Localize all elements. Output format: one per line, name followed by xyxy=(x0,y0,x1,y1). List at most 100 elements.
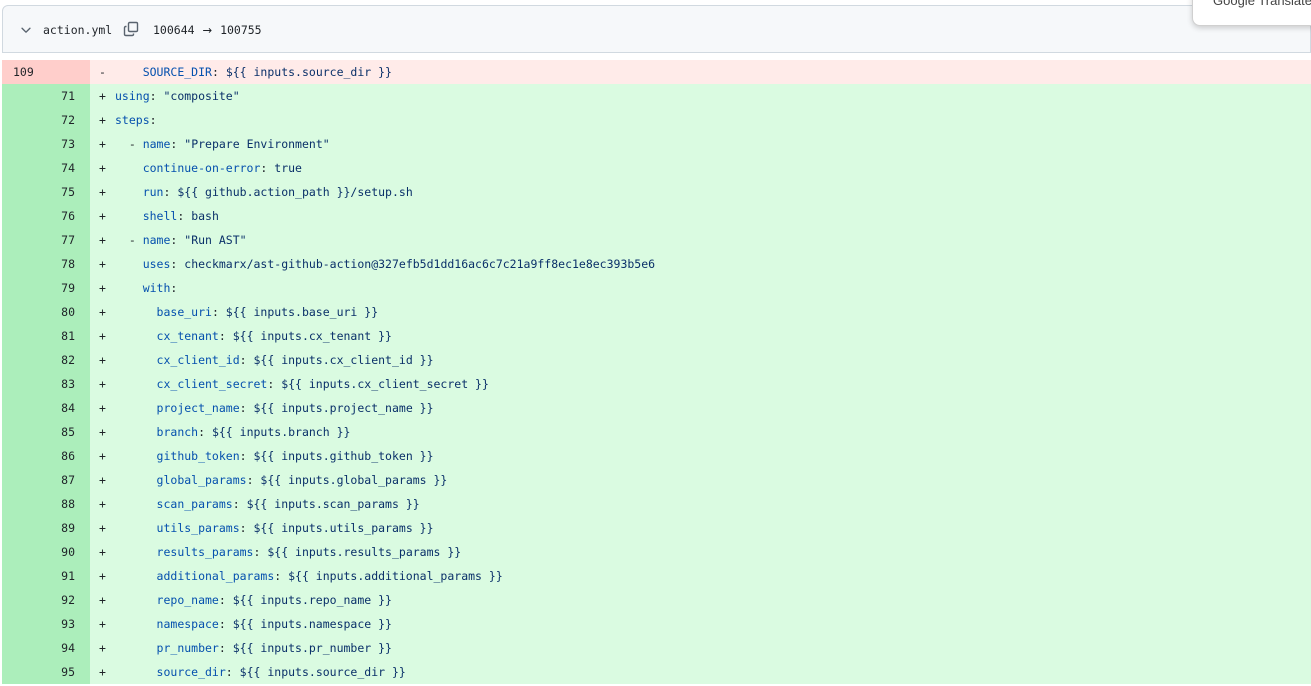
diff-sign: + xyxy=(90,564,115,588)
line-number[interactable]: 91 xyxy=(2,564,90,588)
yaml-value: ${{ inputs.project_name }} xyxy=(253,401,434,415)
line-number[interactable]: 86 xyxy=(2,444,90,468)
yaml-key: global_params xyxy=(156,473,247,487)
yaml-separator: : xyxy=(211,305,226,319)
yaml-separator: : xyxy=(218,617,233,631)
diff-line-added: 95 + source_dir: ${{ inputs.source_dir }} xyxy=(2,660,1311,684)
code-line: using: "composite" xyxy=(115,84,1311,108)
line-number[interactable]: 82 xyxy=(2,348,90,372)
yaml-separator: : xyxy=(239,401,254,415)
diff-sign: + xyxy=(90,348,115,372)
line-number[interactable]: 109 xyxy=(2,60,90,84)
line-number[interactable]: 95 xyxy=(2,660,90,684)
yaml-value: ${{ inputs.utils_params }} xyxy=(253,521,434,535)
file-header: action.yml 100644 → 100755 xyxy=(2,5,1311,53)
code-line: utils_params: ${{ inputs.utils_params }} xyxy=(115,516,1311,540)
code-line: project_name: ${{ inputs.project_name }} xyxy=(115,396,1311,420)
yaml-separator: : xyxy=(218,641,233,655)
yaml-separator: : xyxy=(253,545,268,559)
code-line: cx_tenant: ${{ inputs.cx_tenant }} xyxy=(115,324,1311,348)
yaml-key: pr_number xyxy=(156,641,219,655)
diff-line-added: 79 + with: xyxy=(2,276,1311,300)
line-number[interactable]: 76 xyxy=(2,204,90,228)
line-number[interactable]: 94 xyxy=(2,636,90,660)
code-line: repo_name: ${{ inputs.repo_name }} xyxy=(115,588,1311,612)
yaml-value: "Run AST" xyxy=(184,233,247,247)
diff-sign: + xyxy=(90,132,115,156)
yaml-value: ${{ inputs.repo_name }} xyxy=(232,593,392,607)
line-number[interactable]: 92 xyxy=(2,588,90,612)
code-line: cx_client_id: ${{ inputs.cx_client_id }} xyxy=(115,348,1311,372)
line-number[interactable]: 93 xyxy=(2,612,90,636)
line-number[interactable]: 79 xyxy=(2,276,90,300)
line-number[interactable]: 89 xyxy=(2,516,90,540)
diff-sign: + xyxy=(90,252,115,276)
chevron-down-icon[interactable] xyxy=(19,23,33,37)
line-number[interactable]: 90 xyxy=(2,540,90,564)
line-number[interactable]: 75 xyxy=(2,180,90,204)
diff-sign: + xyxy=(90,276,115,300)
yaml-key: results_params xyxy=(156,545,254,559)
line-number[interactable]: 84 xyxy=(2,396,90,420)
yaml-value: ${{ inputs.github_token }} xyxy=(253,449,434,463)
line-number[interactable]: 71 xyxy=(2,84,90,108)
line-number[interactable]: 81 xyxy=(2,324,90,348)
diff-sign: + xyxy=(90,516,115,540)
code-line: continue-on-error: true xyxy=(115,156,1311,180)
yaml-value: "composite" xyxy=(163,89,240,103)
yaml-separator: : xyxy=(239,449,254,463)
diff-sign: + xyxy=(90,540,115,564)
diff-sign: + xyxy=(90,372,115,396)
yaml-key: scan_params xyxy=(156,497,233,511)
mode-to: 100755 xyxy=(220,23,262,37)
diff-sign: + xyxy=(90,588,115,612)
diff-sign: + xyxy=(90,324,115,348)
line-number[interactable]: 88 xyxy=(2,492,90,516)
yaml-key: base_uri xyxy=(156,305,212,319)
diff-line-added: 76 + shell: bash xyxy=(2,204,1311,228)
yaml-separator: : xyxy=(177,209,192,223)
yaml-value: ${{ inputs.source_dir }} xyxy=(239,665,406,679)
line-number[interactable]: 85 xyxy=(2,420,90,444)
file-name-link[interactable]: action.yml xyxy=(43,21,112,39)
line-number[interactable]: 72 xyxy=(2,108,90,132)
code-line: - name: "Run AST" xyxy=(115,228,1311,252)
diff-sign: + xyxy=(90,84,115,108)
yaml-key: cx_client_id xyxy=(156,353,240,367)
line-number[interactable]: 83 xyxy=(2,372,90,396)
diff-line-added: 93 + namespace: ${{ inputs.namespace }} xyxy=(2,612,1311,636)
google-translate-popup[interactable]: Google Translate xyxy=(1192,0,1311,26)
diff-line-added: 75 + run: ${{ github.action_path }}/setup… xyxy=(2,180,1311,204)
yaml-separator: : xyxy=(149,89,164,103)
yaml-value: ${{ inputs.source_dir }} xyxy=(225,65,392,79)
diff-sign: + xyxy=(90,300,115,324)
line-number[interactable]: 74 xyxy=(2,156,90,180)
line-number[interactable]: 87 xyxy=(2,468,90,492)
diff-sign: + xyxy=(90,108,115,132)
yaml-separator: : xyxy=(267,377,282,391)
yaml-key: continue-on-error xyxy=(142,161,261,175)
diff-line-added: 71 + using: "composite" xyxy=(2,84,1311,108)
diff-line-added: 83 + cx_client_secret: ${{ inputs.cx_clie… xyxy=(2,372,1311,396)
diff-line-added: 77 + - name: "Run AST" xyxy=(2,228,1311,252)
line-number[interactable]: 77 xyxy=(2,228,90,252)
yaml-key: with xyxy=(142,281,171,295)
yaml-key: cx_client_secret xyxy=(156,377,268,391)
yaml-separator: : xyxy=(170,137,185,151)
copy-icon[interactable] xyxy=(123,21,139,37)
line-number[interactable]: 80 xyxy=(2,300,90,324)
code-line: pr_number: ${{ inputs.pr_number }} xyxy=(115,636,1311,660)
line-number[interactable]: 78 xyxy=(2,252,90,276)
yaml-value: bash xyxy=(191,209,219,223)
line-number[interactable]: 73 xyxy=(2,132,90,156)
